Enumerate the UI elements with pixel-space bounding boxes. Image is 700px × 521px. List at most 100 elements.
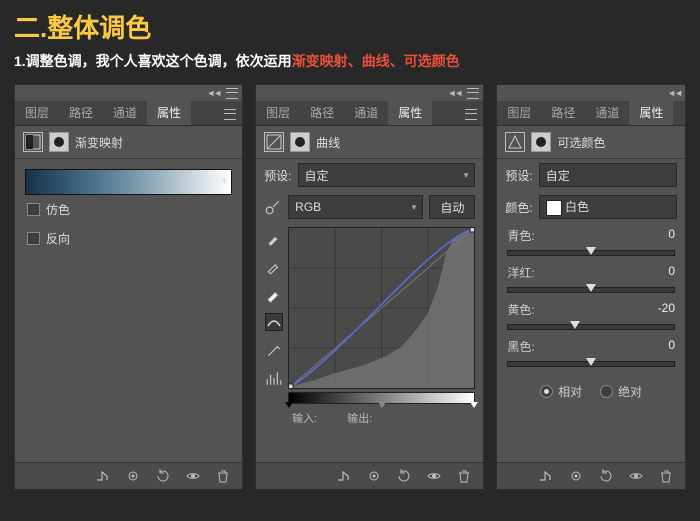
panel-menu-icon[interactable]: [226, 88, 238, 99]
dither-checkbox[interactable]: [27, 203, 40, 216]
panel-footer: [497, 462, 685, 489]
clip-icon[interactable]: [94, 467, 112, 485]
channel-select[interactable]: RGB▾: [288, 195, 423, 219]
slider-thumb[interactable]: [570, 321, 580, 329]
white-point-slider[interactable]: [470, 402, 478, 408]
slider-label: 青色:: [507, 227, 534, 244]
slider-label: 黄色:: [507, 301, 534, 318]
visibility-icon[interactable]: [425, 467, 443, 485]
preset-select[interactable]: 自定▾: [298, 163, 476, 187]
targeted-adjust-icon[interactable]: [264, 198, 282, 216]
slider-value[interactable]: 0: [668, 227, 675, 244]
curves-graph[interactable]: [288, 227, 475, 389]
tab-layers[interactable]: 图层: [497, 101, 541, 125]
auto-button[interactable]: 自动: [429, 195, 475, 219]
mask-icon[interactable]: [531, 132, 551, 152]
panel-menu-icon[interactable]: [467, 88, 479, 99]
relative-radio[interactable]: 相对: [540, 383, 582, 400]
mask-icon[interactable]: [290, 132, 310, 152]
reset-icon[interactable]: [395, 467, 413, 485]
slider-value[interactable]: -20: [658, 301, 675, 318]
slider-track[interactable]: [507, 250, 675, 256]
slider-value[interactable]: 0: [668, 338, 675, 355]
tab-menu-icon[interactable]: [465, 109, 477, 120]
black-point-slider[interactable]: [285, 402, 293, 408]
visibility-icon[interactable]: [184, 467, 202, 485]
chevron-down-icon: ▾: [222, 176, 227, 187]
subtitle-term-gradmap: 渐变映射: [292, 53, 348, 69]
page-title: 二.整体调色: [14, 8, 686, 45]
input-label: 输入:: [292, 410, 317, 426]
tab-properties[interactable]: 属性: [629, 101, 673, 125]
panel-footer: [15, 462, 242, 489]
tab-paths[interactable]: 路径: [541, 101, 585, 125]
collapse-icon[interactable]: ◄◄: [206, 89, 220, 98]
curve-draw-tool[interactable]: [265, 341, 283, 359]
trash-icon[interactable]: [214, 467, 232, 485]
histogram-icon[interactable]: [265, 369, 283, 387]
panel-tabs: 图层 路径 通道 属性: [256, 101, 483, 126]
subtitle-prefix: 1.调整色调，我个人喜欢这个色调，依次运用: [14, 53, 292, 69]
tab-properties[interactable]: 属性: [147, 101, 191, 125]
slider-thumb[interactable]: [586, 247, 596, 255]
panel-curves: ◄◄ 图层 路径 通道 属性 曲线 预设: 自定▾: [255, 84, 484, 490]
panel-selective-color: ◄◄ 图层 路径 通道 属性 可选颜色 预设: 自定: [496, 84, 686, 490]
view-previous-icon[interactable]: [365, 467, 383, 485]
slider-track[interactable]: [507, 287, 675, 293]
visibility-icon[interactable]: [627, 467, 645, 485]
tab-channels[interactable]: 通道: [344, 101, 388, 125]
tab-properties[interactable]: 属性: [388, 101, 432, 125]
slider-track[interactable]: [507, 324, 675, 330]
view-previous-icon[interactable]: [567, 467, 585, 485]
gray-eyedropper-icon[interactable]: [265, 257, 283, 275]
mask-icon[interactable]: [49, 132, 69, 152]
preset-label: 预设:: [264, 167, 291, 184]
preset-select[interactable]: 自定: [539, 163, 677, 187]
subtitle: 1.调整色调，我个人喜欢这个色调，依次运用渐变映射、曲线、可选颜色: [14, 51, 686, 72]
tab-layers[interactable]: 图层: [15, 101, 59, 125]
white-eyedropper-icon[interactable]: [265, 285, 283, 303]
slider-track[interactable]: [507, 361, 675, 367]
slider-row: 洋红:0: [497, 260, 685, 297]
curve-point-tool[interactable]: [265, 313, 283, 331]
collapse-icon[interactable]: ◄◄: [667, 89, 681, 98]
tab-layers[interactable]: 图层: [256, 101, 300, 125]
black-eyedropper-icon[interactable]: [265, 229, 283, 247]
dither-label: 仿色: [46, 201, 70, 218]
panel-tabs: 图层 路径 通道 属性: [15, 101, 242, 126]
collapse-icon[interactable]: ◄◄: [448, 89, 462, 98]
preset-label: 预设:: [505, 167, 532, 184]
color-select[interactable]: 白色: [539, 195, 677, 219]
curves-icon: [264, 132, 284, 152]
selective-color-icon: [505, 132, 525, 152]
tab-menu-icon[interactable]: [224, 109, 236, 120]
absolute-radio[interactable]: 绝对: [600, 383, 642, 400]
adjustment-title: 可选颜色: [557, 134, 605, 151]
dither-checkbox-row[interactable]: 仿色: [15, 195, 242, 224]
tab-paths[interactable]: 路径: [59, 101, 103, 125]
slider-thumb[interactable]: [586, 284, 596, 292]
view-previous-icon[interactable]: [124, 467, 142, 485]
panel-gradient-map: ◄◄ 图层 路径 通道 属性 渐变映射 ▾ 仿色: [14, 84, 243, 490]
clip-icon[interactable]: [335, 467, 353, 485]
tab-channels[interactable]: 通道: [585, 101, 629, 125]
reset-icon[interactable]: [597, 467, 615, 485]
input-gradient[interactable]: [288, 392, 475, 404]
trash-icon[interactable]: [455, 467, 473, 485]
reverse-checkbox-row[interactable]: 反向: [15, 224, 242, 253]
reverse-checkbox[interactable]: [27, 232, 40, 245]
reset-icon[interactable]: [154, 467, 172, 485]
mid-point-slider[interactable]: [378, 402, 386, 408]
output-label: 输出:: [347, 410, 372, 426]
clip-icon[interactable]: [537, 467, 555, 485]
slider-value[interactable]: 0: [668, 264, 675, 281]
tab-paths[interactable]: 路径: [300, 101, 344, 125]
slider-thumb[interactable]: [586, 358, 596, 366]
chevron-down-icon: ▾: [464, 170, 469, 181]
subtitle-term-selcol: 可选颜色: [404, 53, 460, 69]
trash-icon[interactable]: [657, 467, 675, 485]
slider-row: 黑色:0: [497, 334, 685, 371]
gradient-map-icon: [23, 132, 43, 152]
gradient-picker[interactable]: ▾: [25, 169, 232, 195]
tab-channels[interactable]: 通道: [103, 101, 147, 125]
